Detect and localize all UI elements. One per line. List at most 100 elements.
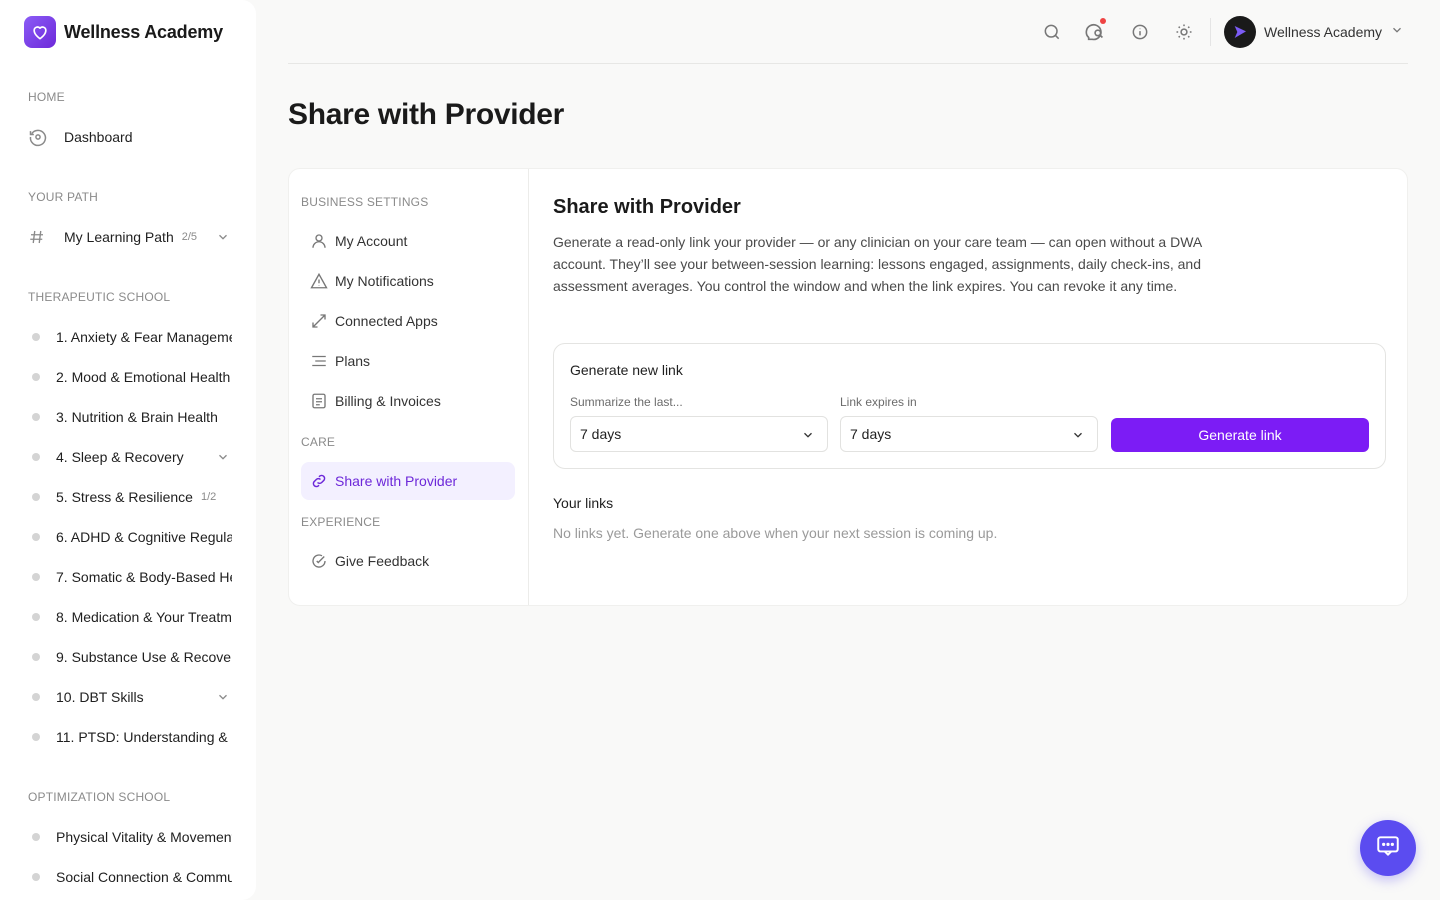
- dashboard-icon: [28, 127, 52, 147]
- section-title-your-path: YOUR PATH: [28, 190, 99, 204]
- expires-select[interactable]: 7 days: [840, 416, 1098, 452]
- divider: [1210, 18, 1211, 46]
- sidebar-item-label: My Learning Path: [64, 229, 174, 245]
- bullet-dot: [32, 413, 40, 421]
- sidebar-item-label: Social Connection & Community: [56, 869, 232, 885]
- chevron-down-icon: [1071, 428, 1085, 445]
- sidebar-item-lesson[interactable]: 6. ADHD & Cognitive Regulation: [28, 517, 232, 557]
- sidebar-item-label: 10. DBT Skills: [56, 689, 144, 705]
- brand-name: Wellness Academy: [64, 21, 223, 42]
- link-icon: [309, 471, 329, 491]
- summarize-select[interactable]: 7 days: [570, 416, 828, 452]
- section-heading: Share with Provider: [553, 196, 741, 218]
- warning-icon: [309, 271, 329, 291]
- section-title-home: HOME: [28, 90, 65, 104]
- sidebar-item-label: 11. PTSD: Understanding & Healing: [56, 729, 232, 745]
- your-links-heading: Your links: [553, 495, 614, 511]
- sidebar-item-lesson[interactable]: 10. DBT Skills: [28, 677, 232, 717]
- settings-item-label: My Account: [335, 233, 408, 249]
- section-title-care: CARE: [301, 435, 336, 449]
- sidebar-item-label: 7. Somatic & Body-Based Healing: [56, 569, 232, 585]
- avatar: [1224, 16, 1256, 48]
- user-icon: [309, 231, 329, 251]
- search-icon[interactable]: [1041, 21, 1063, 43]
- sidebar-item-lesson[interactable]: 4. Sleep & Recovery: [28, 437, 232, 477]
- sidebar-item-label: 5. Stress & Resilience: [56, 489, 193, 505]
- bullet-dot: [32, 573, 40, 581]
- bullet-dot: [32, 493, 40, 501]
- notifications-icon[interactable]: [1085, 18, 1107, 43]
- settings-item-share-provider[interactable]: Share with Provider: [301, 462, 515, 500]
- info-icon[interactable]: [1129, 21, 1151, 43]
- sidebar-item-lesson[interactable]: 11. PTSD: Understanding & Healing: [28, 717, 232, 757]
- sidebar-item-lesson[interactable]: 2. Mood & Emotional Health: [28, 357, 232, 397]
- settings-item-my-account[interactable]: My Account: [301, 222, 515, 260]
- empty-state: No links yet. Generate one above when yo…: [553, 525, 998, 541]
- bullet-dot: [32, 533, 40, 541]
- settings-item-label: Plans: [335, 353, 371, 369]
- sidebar-item-label: 8. Medication & Your Treatment: [56, 609, 232, 625]
- panel-title: Generate new link: [570, 362, 683, 378]
- bullet-dot: [32, 653, 40, 661]
- settings-nav: BUSINESS SETTINGS My Account My Notifica…: [289, 169, 529, 605]
- chevron-down-icon: [801, 428, 815, 445]
- progress-badge: 2/5: [181, 231, 198, 243]
- bullet-dot: [32, 613, 40, 621]
- sidebar-item-dashboard[interactable]: Dashboard: [28, 117, 232, 157]
- settings-item-label: Billing & Invoices: [335, 393, 441, 409]
- chevron-down-icon[interactable]: [216, 230, 230, 247]
- chevron-down-icon: [1390, 23, 1404, 42]
- bullet-dot: [32, 693, 40, 701]
- settings-item-label: My Notifications: [335, 273, 434, 289]
- section-title-therapeutic: THERAPEUTIC SCHOOL: [28, 290, 171, 304]
- bullet-dot: [32, 833, 40, 841]
- settings-item-label: Share with Provider: [335, 473, 458, 489]
- heart-logo-icon: [24, 16, 56, 48]
- select-value: 7 days: [850, 426, 892, 442]
- sidebar-item-label: Dashboard: [64, 129, 133, 145]
- sidebar-item-lesson[interactable]: 1. Anxiety & Fear Management: [28, 317, 232, 357]
- settings-item-plans[interactable]: Plans: [301, 342, 515, 380]
- sidebar-item-lesson[interactable]: Physical Vitality & Movement: [28, 817, 232, 857]
- settings-item-label: Give Feedback: [335, 553, 430, 569]
- settings-item-billing[interactable]: Billing & Invoices: [301, 382, 515, 420]
- account-name: Wellness Academy: [1264, 24, 1383, 40]
- hash-icon: [28, 228, 52, 246]
- feedback-icon: [309, 551, 329, 571]
- generate-link-panel: Generate new link Summarize the last... …: [553, 343, 1386, 469]
- chevron-down-icon[interactable]: [216, 690, 230, 707]
- bullet-dot: [32, 873, 40, 881]
- sidebar-item-label: 9. Substance Use & Recovery: [56, 649, 232, 665]
- section-title-business: BUSINESS SETTINGS: [301, 195, 429, 209]
- sidebar-item-lesson[interactable]: 8. Medication & Your Treatment: [28, 597, 232, 637]
- sidebar-item-lesson[interactable]: 7. Somatic & Body-Based Healing: [28, 557, 232, 597]
- notification-dot: [1100, 18, 1106, 24]
- chevron-down-icon[interactable]: [216, 450, 230, 467]
- sidebar-item-lesson[interactable]: 3. Nutrition & Brain Health: [28, 397, 232, 437]
- bullet-dot: [32, 733, 40, 741]
- sidebar-item-label: 6. ADHD & Cognitive Regulation: [56, 529, 232, 545]
- settings-item-label: Connected Apps: [335, 313, 438, 329]
- chat-button[interactable]: [1360, 820, 1416, 876]
- account-menu[interactable]: Wellness Academy: [1224, 16, 1404, 48]
- section-title-experience: EXPERIENCE: [301, 515, 381, 529]
- settings-item-feedback[interactable]: Give Feedback: [301, 542, 515, 580]
- sidebar-item-label: 4. Sleep & Recovery: [56, 449, 184, 465]
- theme-icon[interactable]: [1173, 21, 1195, 43]
- chat-icon: [1375, 833, 1401, 864]
- sidebar-item-label: 2. Mood & Emotional Health: [56, 369, 231, 385]
- sidebar-item-lesson[interactable]: 5. Stress & Resilience 1/2: [28, 477, 232, 517]
- brand[interactable]: Wellness Academy: [24, 16, 223, 48]
- sidebar-item-lesson[interactable]: 9. Substance Use & Recovery: [28, 637, 232, 677]
- bullet-dot: [32, 453, 40, 461]
- select-value: 7 days: [580, 426, 622, 442]
- generate-link-button[interactable]: Generate link: [1111, 418, 1369, 452]
- settings-item-connected-apps[interactable]: Connected Apps: [301, 302, 515, 340]
- description: Generate a read-only link your provider …: [553, 234, 1202, 294]
- settings-item-notifications[interactable]: My Notifications: [301, 262, 515, 300]
- settings-card: BUSINESS SETTINGS My Account My Notifica…: [288, 168, 1408, 606]
- topbar: Wellness Academy: [288, 0, 1408, 64]
- sidebar-item-learning-path[interactable]: My Learning Path 2/5: [28, 217, 232, 257]
- sidebar-item-label: Physical Vitality & Movement: [56, 829, 232, 845]
- sidebar-item-lesson[interactable]: Social Connection & Community: [28, 857, 232, 897]
